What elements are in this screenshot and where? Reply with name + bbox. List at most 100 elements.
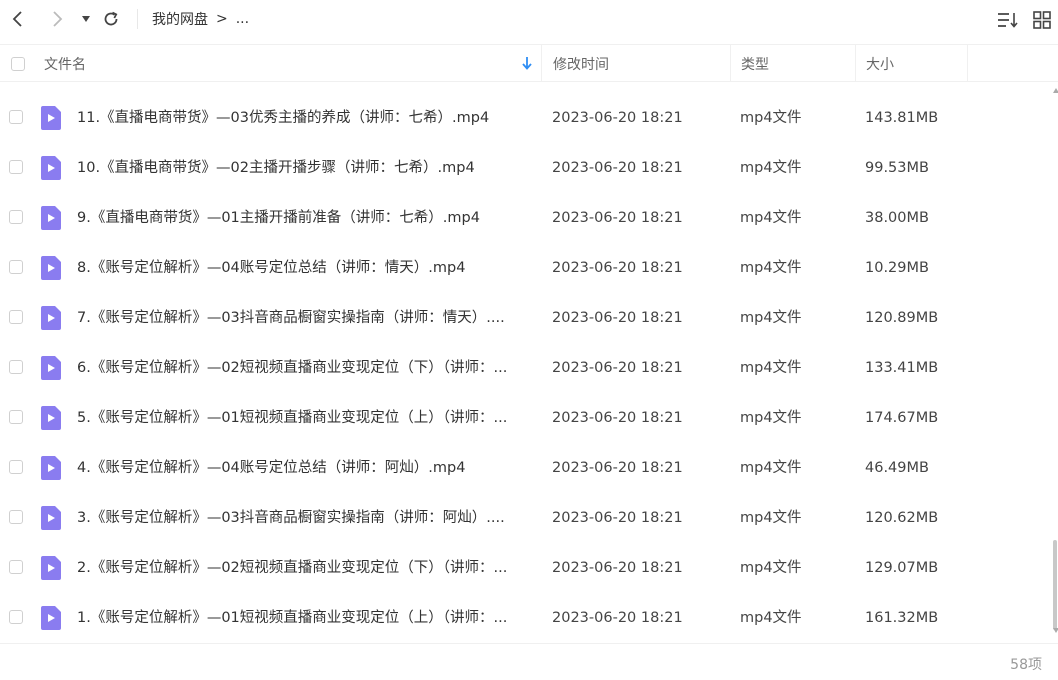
file-row[interactable]: 8.《账号定位解析》—04账号定位总结（讲师：情天）.mp4 2023-06-2… xyxy=(0,243,1052,293)
file-type: mp4文件 xyxy=(740,260,802,276)
caret-down-icon xyxy=(82,16,90,22)
file-size: 161.32MB xyxy=(865,610,939,626)
select-all-cell xyxy=(11,45,31,82)
file-size: 143.81MB xyxy=(865,110,939,126)
file-modified: 2023-06-20 18:21 xyxy=(552,210,683,226)
status-bar: 58项 xyxy=(0,643,1058,680)
column-size-label: 大小 xyxy=(866,56,894,73)
row-checkbox[interactable] xyxy=(9,410,23,424)
file-type: mp4文件 xyxy=(740,310,802,326)
file-size: 120.89MB xyxy=(865,310,939,326)
row-checkbox[interactable] xyxy=(9,560,23,574)
file-modified: 2023-06-20 18:21 xyxy=(552,610,683,626)
file-modified: 2023-06-20 18:21 xyxy=(552,360,683,376)
video-file-icon xyxy=(41,206,61,230)
video-file-icon xyxy=(41,406,61,430)
view-mode-button[interactable] xyxy=(1030,8,1054,32)
column-name-header[interactable]: 文件名 xyxy=(44,45,541,82)
file-size: 120.62MB xyxy=(865,510,939,526)
video-file-icon xyxy=(41,456,61,480)
forward-button[interactable] xyxy=(46,8,68,30)
breadcrumb-more[interactable]: ... xyxy=(236,11,249,27)
column-modified-label: 修改时间 xyxy=(553,56,609,73)
file-name[interactable]: 8.《账号定位解析》—04账号定位总结（讲师：情天）.mp4 xyxy=(77,243,465,293)
file-name[interactable]: 3.《账号定位解析》—03抖音商品橱窗实操指南（讲师：阿灿）.... xyxy=(77,493,505,543)
toolbar: 我的网盘 > ... xyxy=(0,0,1058,40)
row-checkbox[interactable] xyxy=(9,310,23,324)
row-checkbox[interactable] xyxy=(9,160,23,174)
scroll-up-arrow-icon[interactable] xyxy=(1053,88,1058,93)
column-type-label: 类型 xyxy=(741,56,769,73)
column-header: 文件名 修改时间 类型 大小 xyxy=(0,44,1058,82)
file-name[interactable]: 4.《账号定位解析》—04账号定位总结（讲师：阿灿）.mp4 xyxy=(77,443,465,493)
file-name[interactable]: 11.《直播电商带货》—03优秀主播的养成（讲师：七希）.mp4 xyxy=(77,93,489,143)
grid-view-icon xyxy=(1033,11,1051,29)
scroll-down-arrow-icon[interactable] xyxy=(1053,628,1058,633)
breadcrumb: 我的网盘 > ... xyxy=(152,9,257,29)
video-file-icon xyxy=(41,256,61,280)
file-modified: 2023-06-20 18:21 xyxy=(552,510,683,526)
file-row[interactable]: 4.《账号定位解析》—04账号定位总结（讲师：阿灿）.mp4 2023-06-2… xyxy=(0,443,1052,493)
file-row[interactable]: 5.《账号定位解析》—01短视频直播商业变现定位（上）（讲师：... 2023-… xyxy=(0,393,1052,443)
refresh-icon xyxy=(104,11,118,26)
file-row[interactable]: 3.《账号定位解析》—03抖音商品橱窗实操指南（讲师：阿灿）.... 2023-… xyxy=(0,493,1052,543)
row-checkbox[interactable] xyxy=(9,510,23,524)
file-size: 174.67MB xyxy=(865,410,939,426)
select-all-checkbox[interactable] xyxy=(11,56,25,71)
file-size: 129.07MB xyxy=(865,560,939,576)
file-modified: 2023-06-20 18:21 xyxy=(552,560,683,576)
video-file-icon xyxy=(41,306,61,330)
scrollbar-thumb[interactable] xyxy=(1053,540,1057,630)
file-size: 133.41MB xyxy=(865,360,939,376)
row-checkbox[interactable] xyxy=(9,210,23,224)
file-row[interactable]: 1.《账号定位解析》—01短视频直播商业变现定位（上）（讲师：... 2023-… xyxy=(0,593,1052,643)
video-file-icon xyxy=(41,606,61,630)
sort-button[interactable] xyxy=(996,8,1020,32)
column-size-header[interactable]: 大小 xyxy=(855,45,967,82)
file-name[interactable]: 5.《账号定位解析》—01短视频直播商业变现定位（上）（讲师：... xyxy=(77,393,507,443)
file-name[interactable]: 2.《账号定位解析》—02短视频直播商业变现定位（下）（讲师：... xyxy=(77,543,507,593)
file-modified: 2023-06-20 18:21 xyxy=(552,410,683,426)
file-type: mp4文件 xyxy=(740,560,802,576)
row-checkbox[interactable] xyxy=(9,110,23,124)
toolbar-divider xyxy=(137,9,138,29)
row-checkbox[interactable] xyxy=(9,460,23,474)
breadcrumb-root[interactable]: 我的网盘 xyxy=(152,9,208,29)
row-checkbox[interactable] xyxy=(9,360,23,374)
column-spacer xyxy=(967,45,1058,82)
refresh-button[interactable] xyxy=(100,8,122,30)
row-checkbox[interactable] xyxy=(9,260,23,274)
file-name[interactable]: 7.《账号定位解析》—03抖音商品橱窗实操指南（讲师：情天）.... xyxy=(77,293,505,343)
file-row[interactable]: 7.《账号定位解析》—03抖音商品橱窗实操指南（讲师：情天）.... 2023-… xyxy=(0,293,1052,343)
column-name-label: 文件名 xyxy=(44,56,86,73)
file-name[interactable]: 1.《账号定位解析》—01短视频直播商业变现定位（上）（讲师：... xyxy=(77,593,507,643)
back-button[interactable] xyxy=(7,8,29,30)
file-modified: 2023-06-20 18:21 xyxy=(552,160,683,176)
file-type: mp4文件 xyxy=(740,610,802,626)
file-type: mp4文件 xyxy=(740,410,802,426)
file-type: mp4文件 xyxy=(740,510,802,526)
file-type: mp4文件 xyxy=(740,360,802,376)
item-count: 58项 xyxy=(1010,657,1042,673)
column-modified-header[interactable]: 修改时间 xyxy=(541,45,730,82)
file-row[interactable]: 10.《直播电商带货》—02主播开播步骤（讲师：七希）.mp4 2023-06-… xyxy=(0,143,1052,193)
video-file-icon xyxy=(41,156,61,180)
file-name[interactable]: 10.《直播电商带货》—02主播开播步骤（讲师：七希）.mp4 xyxy=(77,143,475,193)
row-checkbox[interactable] xyxy=(9,610,23,624)
column-type-header[interactable]: 类型 xyxy=(730,45,855,82)
chevron-left-icon xyxy=(12,11,22,27)
file-name[interactable]: 9.《直播电商带货》—01主播开播前准备（讲师：七希）.mp4 xyxy=(77,193,480,243)
video-file-icon xyxy=(41,506,61,530)
video-file-icon xyxy=(41,356,61,380)
file-row[interactable]: 9.《直播电商带货》—01主播开播前准备（讲师：七希）.mp4 2023-06-… xyxy=(0,193,1052,243)
history-dropdown-button[interactable] xyxy=(75,8,97,30)
file-name[interactable]: 6.《账号定位解析》—02短视频直播商业变现定位（下）（讲师：... xyxy=(77,343,507,393)
file-row[interactable]: 11.《直播电商带货》—03优秀主播的养成（讲师：七希）.mp4 2023-06… xyxy=(0,93,1052,143)
file-row[interactable]: 2.《账号定位解析》—02短视频直播商业变现定位（下）（讲师：... 2023-… xyxy=(0,543,1052,593)
breadcrumb-separator: > xyxy=(216,11,228,27)
file-row[interactable]: 6.《账号定位解析》—02短视频直播商业变现定位（下）（讲师：... 2023-… xyxy=(0,343,1052,393)
file-size: 99.53MB xyxy=(865,160,929,176)
file-type: mp4文件 xyxy=(740,460,802,476)
chevron-right-icon xyxy=(53,11,63,27)
file-type: mp4文件 xyxy=(740,110,802,126)
